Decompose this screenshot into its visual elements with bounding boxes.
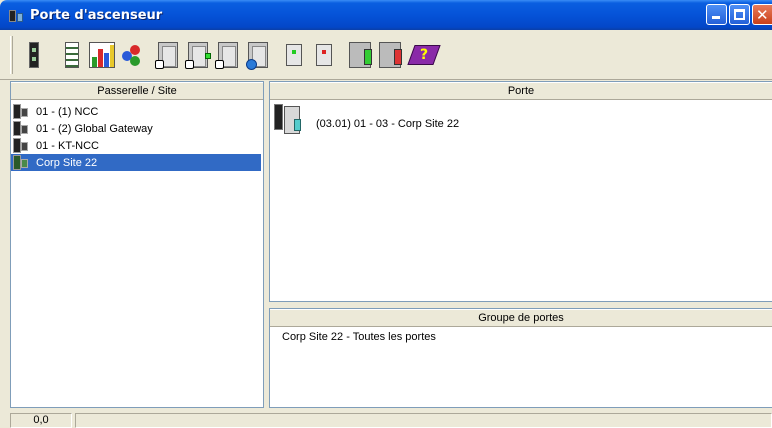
tree-item-label: Corp Site 22: [36, 156, 98, 169]
close-button[interactable]: ✕: [752, 4, 772, 25]
site-icon: [13, 154, 31, 171]
door-green-lock-icon: [185, 41, 211, 69]
building-green-icon: [349, 41, 372, 68]
door-group-panel: Groupe de portes Corp Site 22 - Toutes l…: [269, 308, 772, 408]
help-book-icon: ?: [407, 44, 441, 65]
chart-button[interactable]: [89, 38, 115, 72]
tree-item-label: 01 - (1) NCC: [36, 105, 99, 118]
reader-green-button[interactable]: [281, 38, 307, 72]
door-green-lock-button[interactable]: [185, 38, 211, 72]
toolbar: ?: [0, 30, 772, 80]
title-bar[interactable]: Porte d'ascenseur ✕: [0, 0, 772, 30]
door-icon: [274, 104, 314, 136]
gateway-icon: [13, 137, 31, 154]
door-group-list-item[interactable]: Corp Site 22 - Toutes les portes: [270, 327, 772, 343]
tree-item-kt-ncc[interactable]: 01 - KT-NCC: [11, 137, 263, 154]
controller-panel-icon: [29, 41, 39, 68]
help-button[interactable]: ?: [407, 38, 441, 72]
minimize-button[interactable]: [706, 4, 727, 25]
status-message: [75, 413, 772, 428]
building-green-button[interactable]: [347, 38, 373, 72]
window-controls: ✕: [706, 4, 772, 25]
toolbar-grip[interactable]: [10, 35, 13, 74]
site-panel: Passerelle / Site 01 - (1) NCC 01 - (2) …: [10, 81, 264, 408]
status-coordinates: 0,0: [10, 413, 72, 428]
tree-item-label: 01 - (2) Global Gateway: [36, 122, 153, 135]
door-lock-2-icon: [215, 41, 238, 69]
building-red-button[interactable]: [377, 38, 403, 72]
reader-red-icon: [316, 43, 332, 66]
door-list-item[interactable]: (03.01) 01 - 03 - Corp Site 22: [270, 100, 772, 136]
site-tree: 01 - (1) NCC 01 - (2) Global Gateway 01 …: [11, 100, 263, 171]
gateway-icon: [13, 103, 31, 120]
maximize-icon: [734, 9, 745, 20]
gateway-icon: [13, 120, 31, 137]
door-item-label: (03.01) 01 - 03 - Corp Site 22: [316, 118, 460, 130]
building-red-icon: [379, 41, 402, 68]
list-button[interactable]: [59, 38, 85, 72]
people-button[interactable]: [119, 38, 145, 72]
app-icon[interactable]: [8, 7, 24, 23]
door-lock-icon: [155, 41, 178, 69]
close-icon: ✕: [756, 6, 769, 24]
door-group-column-header[interactable]: Groupe de portes: [270, 309, 772, 327]
door-lock-2-button[interactable]: [215, 38, 241, 72]
door-network-button[interactable]: [245, 38, 271, 72]
maximize-button[interactable]: [729, 4, 750, 25]
tree-item-label: 01 - KT-NCC: [36, 139, 99, 152]
chart-icon: [89, 41, 115, 68]
site-column-header[interactable]: Passerelle / Site: [11, 82, 263, 100]
reader-red-button[interactable]: [311, 38, 337, 72]
tree-item-corp-site-22[interactable]: Corp Site 22: [11, 154, 261, 171]
status-bar: 0,0: [0, 410, 772, 428]
tree-item-ncc[interactable]: 01 - (1) NCC: [11, 103, 263, 120]
controller-panel-button[interactable]: [21, 38, 47, 72]
tree-item-global-gateway[interactable]: 01 - (2) Global Gateway: [11, 120, 263, 137]
door-panel: Porte (03.01) 01 - 03 - Corp Site 22: [269, 81, 772, 302]
door-column-header[interactable]: Porte: [270, 82, 772, 100]
list-icon: [65, 41, 79, 68]
door-lock-button[interactable]: [155, 38, 181, 72]
minimize-icon: [712, 16, 720, 19]
people-icon: [120, 43, 144, 67]
window-title: Porte d'ascenseur: [30, 7, 163, 23]
reader-green-icon: [286, 43, 302, 66]
door-network-icon: [246, 41, 268, 70]
